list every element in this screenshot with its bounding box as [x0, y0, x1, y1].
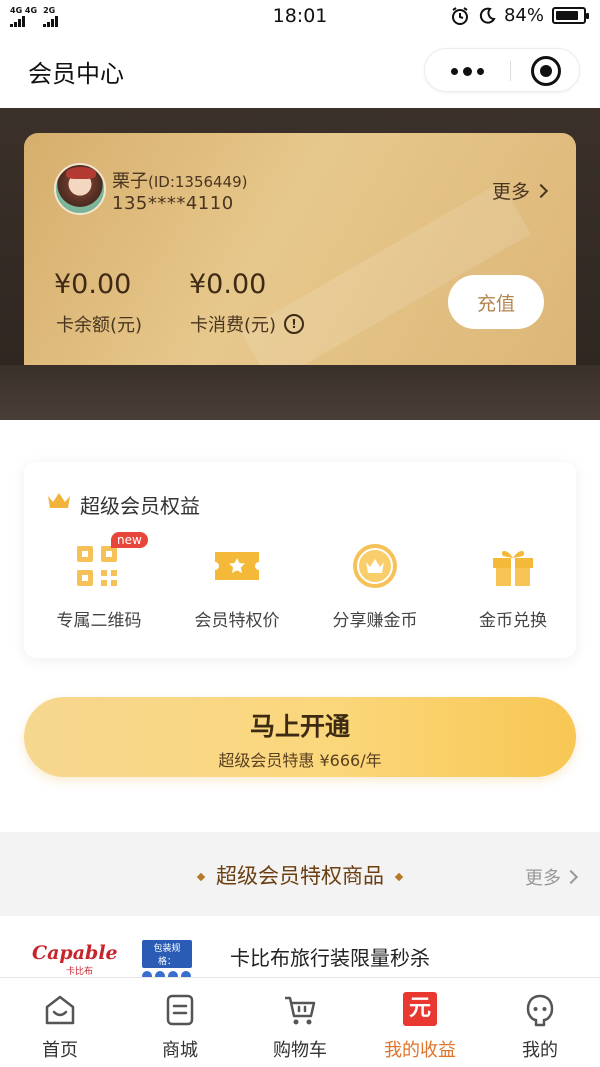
tab-mall[interactable]: 商城 [120, 978, 240, 1067]
brand-logo-sub: 卡比布 [66, 967, 94, 977]
alarm-icon [451, 6, 468, 25]
benefit-label: 金币兑换 [479, 611, 547, 631]
balance-value: ¥0.00 [54, 269, 132, 300]
tab-label: 首页 [42, 1040, 78, 1061]
open-membership-subtitle: 超级会员特惠 ¥666/年 [218, 751, 382, 770]
consume-value: ¥0.00 [189, 269, 267, 300]
crown-icon [48, 493, 70, 508]
benefits-title: 超级会员权益 [80, 494, 200, 518]
ticket-star-icon [211, 540, 263, 592]
diamond-icon [196, 872, 206, 882]
open-membership-title: 马上开通 [249, 712, 350, 741]
goods-title-line: 超级会员特权商品 [0, 860, 600, 890]
status-right: 84% [450, 5, 589, 26]
qrcode-icon: new [73, 532, 148, 592]
profile-icon [522, 992, 558, 1028]
user-id: (ID:1356449) [148, 173, 248, 191]
consume-label: 卡消费(元)! [190, 311, 305, 337]
diamond-icon [394, 872, 404, 882]
goods-title: 超级会员特权商品 [216, 864, 384, 888]
benefit-member-price[interactable]: 会员特权价 [172, 540, 302, 631]
gift-icon [487, 540, 539, 592]
goods-more-label: 更多 [525, 868, 561, 889]
capsule-divider [510, 61, 511, 81]
member-card: 栗子(ID:1356449) 135****4110 更多 ¥0.00 ¥0.0… [24, 133, 576, 365]
consume-label-text: 卡消费(元) [190, 315, 277, 336]
benefit-label: 会员特权价 [194, 611, 280, 631]
user-name-line: 栗子(ID:1356449) [112, 167, 248, 193]
pack-label: 包装规格： [142, 940, 192, 968]
info-icon[interactable]: ! [284, 314, 305, 334]
card-shine [241, 182, 531, 365]
tab-earnings[interactable]: 元 我的收益 [360, 978, 480, 1067]
coin-crown-icon [349, 540, 401, 592]
yuan-glyph: 元 [403, 992, 437, 1026]
recharge-button[interactable]: 充值 [448, 275, 544, 329]
tab-home[interactable]: 首页 [0, 978, 120, 1067]
battery-percent: 84% [503, 5, 544, 26]
privilege-goods-header: 超级会员特权商品 更多 [0, 832, 600, 916]
balance-label-text: 卡余额(元) [56, 315, 143, 336]
tab-label: 我的 [522, 1040, 558, 1061]
yuan-icon: 元 [402, 992, 438, 1028]
chevron-right-icon [533, 183, 549, 198]
benefit-share-coins[interactable]: 分享赚金币 [310, 540, 440, 631]
product-item[interactable]: Capable 卡比布 包装规格： 卡比布旅行装限量秒杀 [0, 916, 600, 981]
brand-logo: Capable [32, 942, 118, 964]
product-name: 卡比布旅行装限量秒杀 [230, 946, 430, 970]
mall-icon [162, 992, 198, 1028]
battery-icon [552, 7, 589, 24]
benefit-label: 专属二维码 [56, 611, 142, 631]
tab-label: 购物车 [273, 1040, 327, 1061]
product-thumbnail: 包装规格： [142, 940, 198, 981]
benefit-label: 分享赚金币 [332, 611, 418, 631]
benefits-card: 超级会员权益 new 专属二维码 会员特权价 分享赚金币 金币兑换 [24, 462, 576, 658]
cart-icon [282, 992, 318, 1028]
benefit-qrcode[interactable]: new 专属二维码 [34, 532, 164, 631]
more-dots-icon[interactable] [425, 49, 510, 93]
user-name: 栗子 [112, 171, 148, 192]
benefit-coin-exchange[interactable]: 金币兑换 [448, 540, 578, 631]
miniapp-capsule [424, 48, 580, 92]
page-title: 会员中心 [28, 60, 124, 88]
card-more-link[interactable]: 更多 [491, 177, 549, 204]
tab-cart[interactable]: 购物车 [240, 978, 360, 1067]
home-icon [42, 992, 78, 1028]
open-membership-button[interactable]: 马上开通 超级会员特惠 ¥666/年 [24, 697, 576, 777]
goods-more-link[interactable]: 更多 [525, 864, 579, 890]
battery-level [556, 11, 578, 20]
user-phone: 135****4110 [112, 193, 234, 214]
tab-label: 商城 [162, 1040, 198, 1061]
moon-icon [479, 7, 496, 24]
avatar[interactable] [54, 163, 106, 215]
close-target-icon[interactable] [531, 56, 561, 86]
tab-label: 我的收益 [384, 1040, 456, 1061]
chevron-right-icon [563, 869, 579, 885]
nav-bar: 会员中心 [0, 34, 600, 108]
card-more-label: 更多 [491, 181, 530, 203]
tab-profile[interactable]: 我的 [480, 978, 600, 1067]
new-badge: new [111, 532, 148, 548]
tab-bar: 首页 商城 购物车 元 我的收益 我的 [0, 977, 600, 1067]
status-bar: 4G 4G 2G 18:01 84% [0, 0, 600, 34]
balance-label: 卡余额(元) [56, 311, 142, 337]
